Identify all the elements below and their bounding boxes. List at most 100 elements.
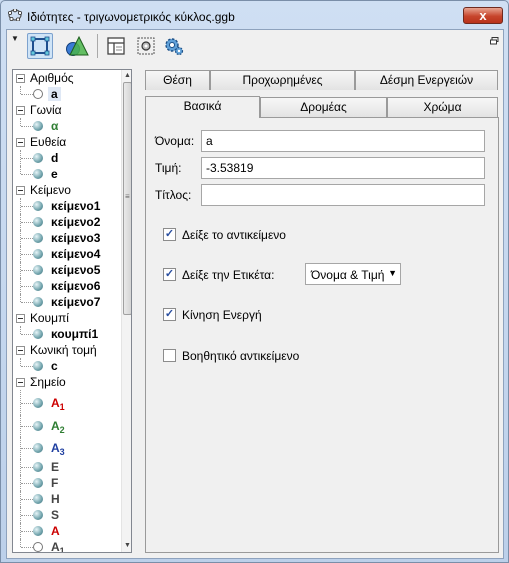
tree-category[interactable]: Γωνία — [13, 102, 121, 118]
scroll-thumb[interactable]: ≡ — [123, 82, 131, 315]
visible-object-bullet-icon[interactable] — [33, 121, 43, 131]
collapse-toggle-icon[interactable] — [16, 74, 25, 83]
tab-slider[interactable]: Δρομέας — [260, 97, 387, 117]
tree-item[interactable]: κουμπί1 — [13, 326, 121, 342]
visible-object-bullet-icon[interactable] — [33, 201, 43, 211]
tab-position[interactable]: Θέση — [145, 70, 210, 90]
visible-object-bullet-icon[interactable] — [33, 169, 43, 179]
tree-item[interactable]: A2 — [13, 415, 121, 437]
visible-object-bullet-icon[interactable] — [33, 478, 43, 488]
visible-object-bullet-icon[interactable] — [33, 329, 43, 339]
caption-field[interactable] — [201, 184, 485, 206]
collapse-toggle-icon[interactable] — [16, 138, 25, 147]
hidden-object-bullet-icon[interactable] — [33, 89, 43, 99]
tab-basic[interactable]: Βασικά — [145, 96, 260, 118]
tree-connector — [21, 126, 33, 127]
tree-item[interactable]: κείμενο6 — [13, 278, 121, 294]
tree-item[interactable]: A — [13, 523, 121, 539]
collapse-toggle-icon[interactable] — [16, 106, 25, 115]
tab-color[interactable]: Χρώμα — [387, 97, 498, 117]
tree-item[interactable]: d — [13, 150, 121, 166]
tree-connector — [21, 238, 33, 239]
show-label-checkbox[interactable]: ✓ — [163, 268, 176, 281]
visible-object-bullet-icon[interactable] — [33, 421, 43, 431]
layout-icon[interactable] — [103, 33, 129, 59]
visible-object-bullet-icon[interactable] — [33, 153, 43, 163]
tree-item[interactable]: κείμενο1 — [13, 198, 121, 214]
auxiliary-checkbox[interactable] — [163, 349, 176, 362]
collapse-toggle-icon[interactable] — [16, 378, 25, 387]
visible-object-bullet-icon[interactable] — [33, 510, 43, 520]
visible-object-bullet-icon[interactable] — [33, 297, 43, 307]
tree-item[interactable]: κείμενο5 — [13, 262, 121, 278]
visible-object-bullet-icon[interactable] — [33, 526, 43, 536]
tree-item-subscript: 1 — [59, 402, 65, 412]
visible-object-bullet-icon[interactable] — [33, 462, 43, 472]
visible-object-bullet-icon[interactable] — [33, 361, 43, 371]
shapes-view-icon[interactable] — [64, 33, 90, 59]
collapse-toggle-icon[interactable] — [16, 346, 25, 355]
close-button[interactable]: x — [463, 7, 503, 24]
tree-item-name: κείμενο1 — [51, 199, 101, 213]
label-mode-select[interactable]: Όνομα & Τιμή ▼ — [305, 263, 401, 285]
visible-object-bullet-icon[interactable] — [33, 281, 43, 291]
value-field[interactable]: -3.53819 — [201, 157, 485, 179]
tree-item-label: a — [48, 87, 61, 101]
restore-panel-icon[interactable] — [490, 34, 499, 48]
tree-item[interactable]: κείμενο3 — [13, 230, 121, 246]
tree-category[interactable]: Κείμενο — [13, 182, 121, 198]
properties-window: Ιδιότητες - τριγωνομετρικός κύκλος.ggb x… — [0, 0, 509, 563]
visible-object-bullet-icon[interactable] — [33, 217, 43, 227]
tree-item[interactable]: E — [13, 459, 121, 475]
visible-object-bullet-icon[interactable] — [33, 398, 43, 408]
collapse-toggle-icon[interactable] — [16, 314, 25, 323]
menu-arrow-icon[interactable]: ▼ — [11, 34, 19, 43]
tree-category[interactable]: Κουμπί — [13, 310, 121, 326]
tree-item-name: A — [51, 524, 60, 538]
tree-item[interactable]: F — [13, 475, 121, 491]
visible-object-bullet-icon[interactable] — [33, 265, 43, 275]
visible-object-bullet-icon[interactable] — [33, 494, 43, 504]
tree-category[interactable]: Ευθεία — [13, 134, 121, 150]
show-object-checkbox[interactable]: ✓ — [163, 228, 176, 241]
visible-object-bullet-icon[interactable] — [33, 443, 43, 453]
tree-category[interactable]: Σημείο — [13, 374, 121, 390]
collapse-toggle-icon[interactable] — [16, 186, 25, 195]
visible-object-bullet-icon[interactable] — [33, 249, 43, 259]
tree-item[interactable]: S — [13, 507, 121, 523]
tree-item[interactable]: A3 — [13, 437, 121, 459]
tree-scrollbar[interactable]: ▲ ≡ ▼ — [121, 70, 131, 552]
graphics-view-icon[interactable] — [27, 33, 53, 59]
tree-item[interactable]: a — [13, 86, 121, 102]
tree-item[interactable]: κείμενο2 — [13, 214, 121, 230]
tree-item[interactable]: c — [13, 358, 121, 374]
title-bar[interactable]: Ιδιότητες - τριγωνομετρικός κύκλος.ggb x — [1, 1, 508, 29]
hidden-object-bullet-icon[interactable] — [33, 542, 43, 552]
tree-item[interactable]: κείμενο4 — [13, 246, 121, 262]
show-label-label: Δείξε την Ετικέτα: — [182, 268, 275, 282]
tree-item[interactable]: α — [13, 118, 121, 134]
tree-item[interactable]: A1 — [13, 539, 121, 552]
object-tree: Αριθμός a Γωνία α Ευθεία d e Κείμενο κείμενο1 κεί… — [12, 69, 132, 553]
tab-advanced[interactable]: Προχωρημένες — [210, 70, 355, 90]
preferences-gear-icon[interactable] — [161, 33, 187, 59]
visible-object-bullet-icon[interactable] — [33, 233, 43, 243]
tree-connector — [21, 499, 33, 500]
tree-category[interactable]: Αριθμός — [13, 70, 121, 86]
tree-category[interactable]: Κωνική τομή — [13, 342, 121, 358]
tree-item[interactable]: e — [13, 166, 121, 182]
tree-item[interactable]: A1 — [13, 390, 121, 415]
chevron-down-icon: ▼ — [388, 268, 397, 278]
name-field[interactable]: a — [201, 130, 485, 152]
tree-item[interactable]: κείμενο7 — [13, 294, 121, 310]
object-settings-icon[interactable] — [133, 33, 159, 59]
tree-connector — [21, 403, 33, 404]
animation-label: Κίνηση Ενεργή — [182, 308, 262, 322]
tree-item[interactable]: H — [13, 491, 121, 507]
tab-scripting[interactable]: Δέσμη Ενεργειών — [355, 70, 498, 90]
scroll-down-icon[interactable]: ▼ — [122, 540, 131, 552]
tree-connector — [20, 86, 21, 94]
scroll-up-icon[interactable]: ▲ — [122, 70, 131, 82]
tree-connector — [21, 174, 33, 175]
animation-checkbox[interactable]: ✓ — [163, 308, 176, 321]
